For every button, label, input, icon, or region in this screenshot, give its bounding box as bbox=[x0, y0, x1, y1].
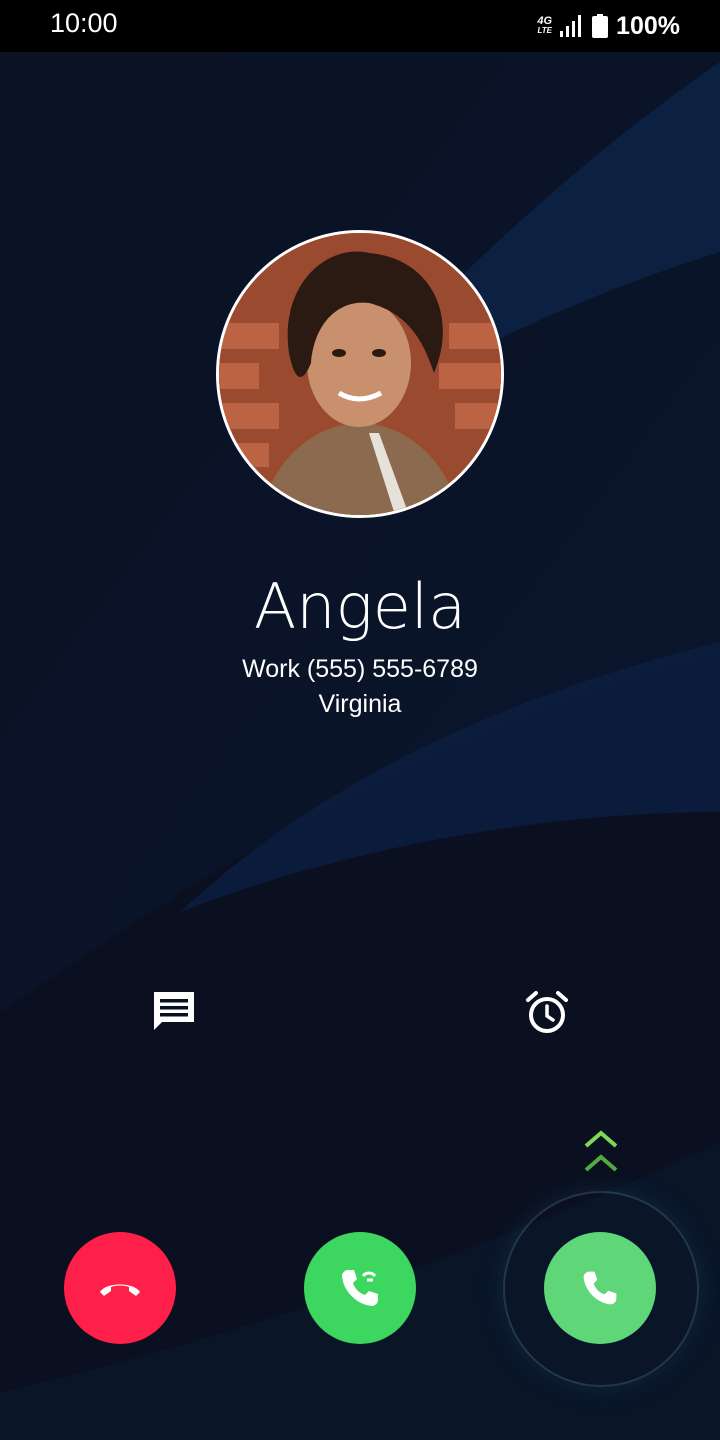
phone-hangup-icon bbox=[100, 1284, 140, 1296]
phone-icon bbox=[583, 1271, 617, 1305]
caller-number: Work (555) 555-6789 bbox=[242, 655, 478, 683]
status-time: 10:00 bbox=[50, 8, 118, 38]
decline-call-button[interactable] bbox=[64, 1232, 176, 1344]
caller-name: Angela bbox=[253, 570, 467, 643]
caller-avatar bbox=[216, 230, 504, 518]
battery-icon bbox=[592, 14, 609, 38]
double-chevron-up-icon bbox=[584, 1130, 618, 1172]
status-bar: 10:00 4G LTE 100% bbox=[0, 0, 720, 52]
caller-location: Virginia bbox=[318, 690, 402, 718]
caller-photo bbox=[219, 233, 501, 515]
status-icons: 4G LTE 100% bbox=[537, 10, 680, 42]
answer-call-button[interactable] bbox=[544, 1232, 656, 1344]
signal-icon bbox=[560, 15, 582, 37]
alarm-clock-icon bbox=[526, 991, 568, 1033]
phone-hold-icon bbox=[342, 1270, 378, 1306]
remind-me-button[interactable] bbox=[522, 988, 572, 1038]
answer-and-hold-button[interactable] bbox=[304, 1232, 416, 1344]
network-type-indicator: 4G LTE bbox=[537, 15, 553, 36]
reply-with-message-button[interactable] bbox=[148, 988, 200, 1036]
message-icon bbox=[154, 992, 194, 1030]
battery-percent: 100% bbox=[616, 11, 680, 40]
